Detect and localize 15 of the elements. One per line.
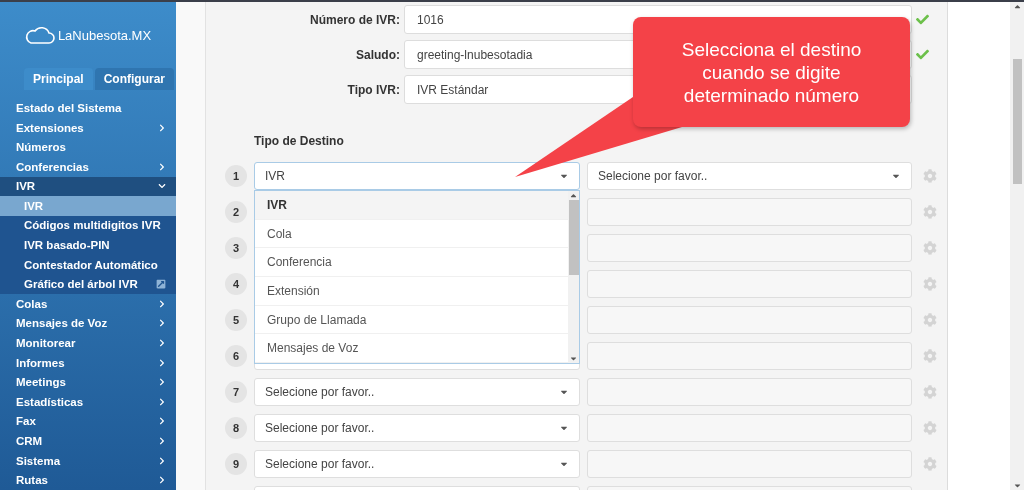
row-number: 9: [225, 453, 247, 475]
row-number: 4: [225, 273, 247, 295]
callout-tooltip: Selecciona el destino cuando se digite determinado número: [633, 17, 910, 127]
field-label: Tipo IVR:: [346, 82, 400, 97]
row-number: 8: [225, 417, 247, 439]
column-heading: Tipo de Destino: [254, 134, 345, 148]
row-number: 7: [225, 381, 247, 403]
row-number: 3: [225, 237, 247, 259]
row-number: 6: [225, 345, 247, 367]
field-label: Saludo:: [355, 47, 400, 62]
logo-text: LaNubesota.MX: [57, 27, 152, 43]
row-number: 2: [225, 201, 247, 223]
row-number: 1: [225, 165, 247, 187]
field-label: Número de IVR:: [309, 12, 400, 27]
row-number: 5: [225, 309, 247, 331]
